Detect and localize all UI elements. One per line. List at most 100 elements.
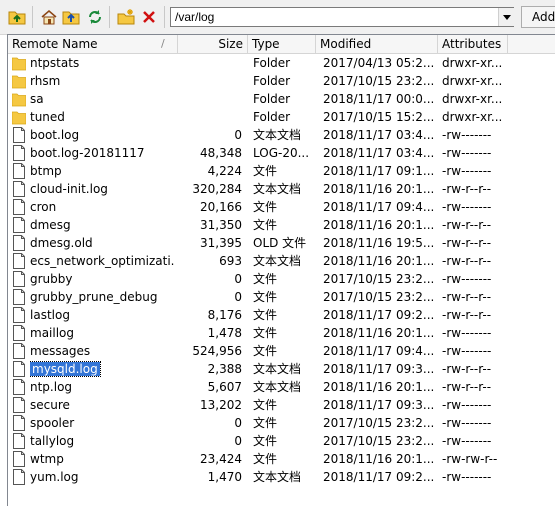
file-row[interactable]: ecs_network_optimizati... 693 文本文档 2018/11/… [8, 252, 552, 270]
file-name: wtmp [30, 452, 64, 466]
file-row[interactable]: tallylog 0 文件 2017/10/15 23:2... -rw------- [8, 432, 552, 450]
file-row[interactable]: grubby_prune_debug 0 文件 2017/10/15 23:2... -… [8, 288, 552, 306]
file-attributes: -rw------- [442, 398, 492, 412]
column-type[interactable]: Type [248, 35, 316, 53]
file-modified: 2018/11/17 09:4... [323, 344, 435, 358]
file-size: 13,202 [200, 398, 242, 412]
file-row[interactable]: cron 20,166 文件 2018/11/17 09:4... -rw------- [8, 198, 552, 216]
file-type: Folder [253, 92, 291, 106]
parent-folder-icon[interactable] [6, 6, 28, 28]
file-row[interactable]: maillog 1,478 文件 2018/11/16 20:1... -rw-----… [8, 324, 552, 342]
new-folder-icon[interactable] [115, 6, 137, 28]
file-row[interactable]: ntpstats Folder 2017/04/13 05:2... drwxr-xr… [8, 54, 552, 72]
column-remote-name-label: Remote Name [12, 37, 98, 51]
file-modified: 2018/11/17 03:4... [323, 146, 435, 160]
file-attributes: drwxr-xr... [442, 110, 503, 124]
file-type: 文件 [253, 308, 278, 322]
file-row[interactable]: boot.log-20181117 48,348 LOG-20... 2018/11/… [8, 144, 552, 162]
file-icon [12, 415, 26, 431]
file-type: 文本文档 [253, 182, 302, 196]
file-attributes: drwxr-xr... [442, 56, 503, 70]
column-modified[interactable]: Modified [316, 35, 438, 53]
file-icon [12, 379, 26, 395]
file-type: 文件 [253, 452, 278, 466]
remote-file-list[interactable]: Remote Name / Size Type Modified Attribu… [7, 34, 555, 506]
file-name: grubby_prune_debug [30, 290, 158, 304]
file-type: 文件 [253, 416, 278, 430]
file-type: 文件 [253, 434, 278, 448]
file-name: sa [30, 92, 44, 106]
file-attributes: -rw-rw-r-- [442, 452, 498, 466]
file-modified: 2018/11/16 19:5... [323, 236, 435, 250]
column-attributes[interactable]: Attributes [438, 35, 508, 53]
file-size: 0 [234, 416, 242, 430]
file-row[interactable]: messages 524,956 文件 2018/11/17 09:4... -rw--… [8, 342, 552, 360]
file-type: OLD 文件 [253, 236, 307, 250]
file-type: 文本文档 [253, 128, 302, 142]
file-icon [12, 181, 26, 197]
path-input[interactable]: /var/log [170, 7, 514, 27]
chevron-down-icon[interactable] [498, 8, 514, 26]
file-size: 0 [234, 290, 242, 304]
file-attributes: -rw------- [442, 326, 492, 340]
file-row[interactable]: yum.log 1,470 文本文档 2018/11/17 09:2... -rw---… [8, 468, 552, 486]
file-icon [12, 289, 26, 305]
file-row[interactable]: cloud-init.log 320,284 文本文档 2018/11/16 20:1… [8, 180, 552, 198]
file-size: 320,284 [192, 182, 242, 196]
file-name: mysqld.log [30, 360, 175, 378]
file-row[interactable]: ntp.log 5,607 文本文档 2018/11/16 20:1... -rw-r-… [8, 378, 552, 396]
file-attributes: -rw------- [442, 200, 492, 214]
file-row[interactable]: lastlog 8,176 文件 2018/11/17 09:2... -rw-r--r… [8, 306, 552, 324]
file-modified: 2018/11/17 09:2... [323, 308, 435, 322]
selected-file-name[interactable]: mysqld.log [30, 361, 101, 377]
file-modified: 2017/10/15 15:2... [323, 110, 435, 124]
file-row[interactable]: mysqld.log 2,388 文本文档 2018/11/17 09:3... -rw… [8, 360, 552, 378]
file-row[interactable]: rhsm Folder 2017/10/15 23:2... drwxr-xr... [8, 72, 552, 90]
file-icon [12, 469, 26, 485]
file-name: dmesg [30, 218, 71, 232]
file-modified: 2017/10/15 23:2... [323, 74, 435, 88]
column-size[interactable]: Size [178, 35, 248, 53]
file-attributes: -rw-r--r-- [442, 362, 492, 376]
file-row[interactable]: dmesg.old 31,395 OLD 文件 2018/11/16 19:5... -… [8, 234, 552, 252]
file-row[interactable]: boot.log 0 文本文档 2018/11/17 03:4... -rw------… [8, 126, 552, 144]
folder-icon [11, 55, 27, 71]
file-name: secure [30, 398, 70, 412]
column-remote-name[interactable]: Remote Name / [8, 35, 178, 53]
file-attributes: -rw------- [442, 272, 492, 286]
file-size: 8,176 [207, 308, 242, 322]
file-row[interactable]: sa Folder 2018/11/17 00:0... drwxr-xr... [8, 90, 552, 108]
file-modified: 2017/10/15 23:2... [323, 272, 435, 286]
file-type: Folder [253, 74, 291, 88]
delete-icon[interactable] [138, 6, 160, 28]
home-icon[interactable] [38, 6, 60, 28]
file-row[interactable]: wtmp 23,424 文件 2018/11/16 20:1... -rw-rw-r-- [8, 450, 552, 468]
file-name: ntp.log [30, 380, 73, 394]
folder-icon [11, 109, 27, 125]
file-size [178, 72, 242, 90]
file-row[interactable]: tuned Folder 2017/10/15 15:2... drwxr-xr... [8, 108, 552, 126]
file-icon [12, 451, 26, 467]
file-attributes: -rw------- [442, 146, 492, 160]
file-name: yum.log [30, 470, 79, 484]
file-type: 文本文档 [253, 362, 302, 376]
file-size: 23,424 [200, 452, 242, 466]
file-attributes: -rw------- [442, 128, 492, 142]
file-row[interactable]: btmp 4,224 文件 2018/11/17 09:1... -rw------- [8, 162, 552, 180]
add-button[interactable]: Add [521, 6, 555, 28]
file-name: spooler [30, 416, 75, 430]
file-type: 文件 [253, 218, 278, 232]
file-icon [12, 145, 26, 161]
toolbar-separator [164, 6, 165, 28]
file-row[interactable]: dmesg 31,350 文件 2018/11/16 20:1... -rw-r--r-… [8, 216, 552, 234]
refresh-icon[interactable] [84, 6, 106, 28]
file-modified: 2017/10/15 23:2... [323, 416, 435, 430]
file-modified: 2018/11/17 09:2... [323, 470, 435, 484]
file-row[interactable]: spooler 0 文件 2017/10/15 23:2... -rw------- [8, 414, 552, 432]
file-row[interactable]: secure 13,202 文件 2018/11/17 09:3... -rw-----… [8, 396, 552, 414]
file-name: tallylog [30, 434, 75, 448]
file-size: 524,956 [192, 344, 242, 358]
root-folder-icon[interactable] [60, 6, 82, 28]
file-row[interactable]: grubby 0 文件 2017/10/15 23:2... -rw------- [8, 270, 552, 288]
file-name: btmp [30, 164, 62, 178]
